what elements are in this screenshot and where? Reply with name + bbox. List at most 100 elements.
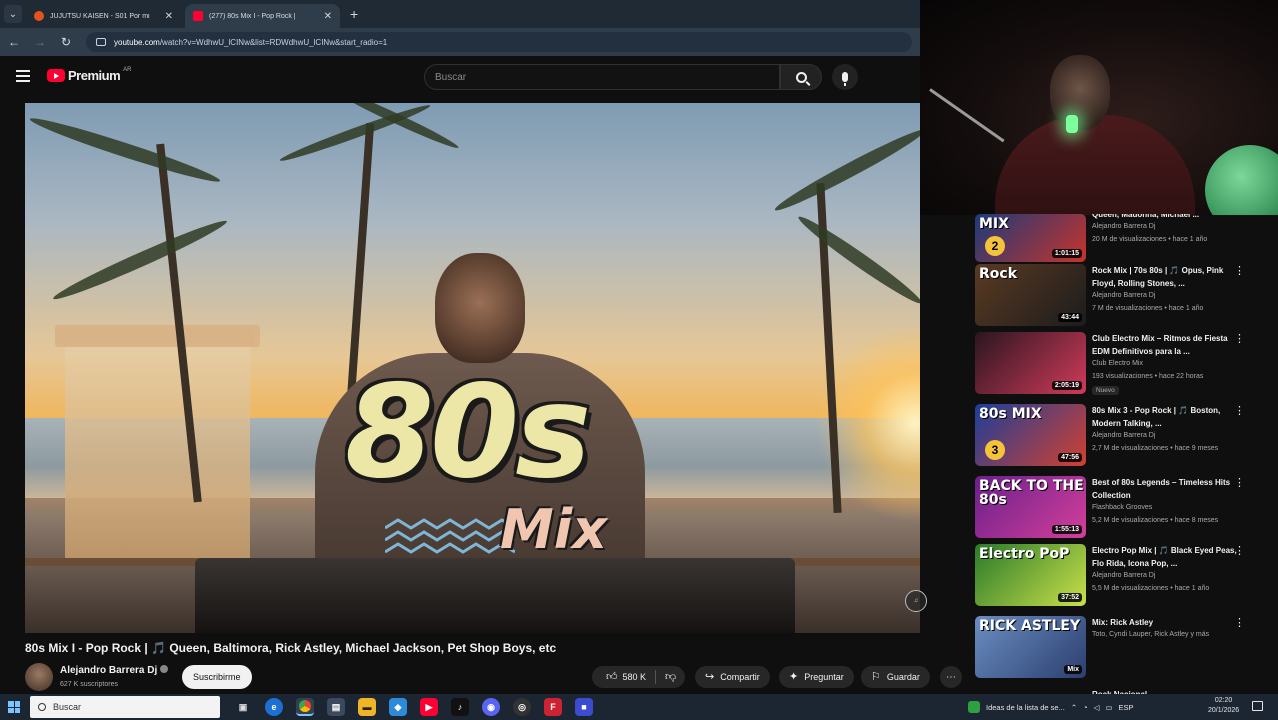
recommendation-title[interactable]: Mix: Rick Astley (1092, 616, 1244, 629)
recommendation-title[interactable]: 80s Mix 3 - Pop Rock | 🎵 Boston, Modern … (1092, 404, 1244, 430)
recommendation-item[interactable]: BACK TO THE 80s 1:55:13 Best of 80s Legend… (975, 476, 1275, 540)
chevron-up-icon[interactable]: ⌃ (1071, 703, 1077, 712)
notes-app-icon[interactable] (968, 701, 980, 713)
close-tab-icon[interactable]: ✕ (165, 11, 173, 22)
channel-watermark-icon[interactable]: ♫ (905, 590, 927, 612)
recommendation-item[interactable]: RICK ASTLEY Mix Mix: Rick Astley Toto, Cynd… (975, 616, 1275, 680)
recommendation-title[interactable]: Rock Mix | 70s 80s | 🎵 Opus, Pink Floyd,… (1092, 264, 1244, 290)
address-bar-row: ← → ↻ youtube.com/watch?v=WdhwU_lCINw&li… (0, 28, 920, 56)
edge-icon[interactable]: e (265, 698, 283, 716)
youtube-taskbar-icon[interactable]: ▶ (420, 698, 438, 716)
recommendation-channel[interactable]: Alejandro Barrera Dj (1092, 572, 1155, 579)
youtube-logo[interactable]: Premium AR (47, 66, 132, 83)
close-tab-icon[interactable]: ✕ (324, 11, 332, 22)
like-button[interactable]: 👍︎ 580 K (602, 666, 655, 688)
save-button[interactable]: ⚐ Guardar (861, 666, 930, 688)
recommendation-item[interactable]: 2:05:19 Club Electro Mix – Ritmos de Fies… (975, 332, 1275, 396)
video-thumbnail[interactable]: 2:05:19 (975, 332, 1086, 394)
dislike-button[interactable]: 👎︎ (656, 666, 685, 688)
more-actions-button[interactable]: ⋯ (940, 666, 962, 688)
recommendation-channel[interactable]: Alejandro Barrera Dj (1092, 432, 1155, 439)
more-vertical-icon[interactable]: ⋮ (1234, 406, 1245, 417)
notifications-icon[interactable] (1252, 701, 1263, 711)
recommendation-channel[interactable]: Flashback Grooves (1092, 504, 1152, 511)
recommendation-channel[interactable]: Alejandro Barrera Dj (1092, 223, 1155, 230)
system-tray: Ideas de la lista de se... ⌃ ◔ ◁ ▭ ESP (968, 694, 1134, 720)
volume-icon[interactable]: ◁ (1094, 703, 1100, 712)
more-vertical-icon[interactable]: ⋮ (1234, 334, 1245, 345)
forward-icon[interactable]: → (34, 35, 46, 49)
recommendation-channel[interactable]: Alejandro Barrera Dj (1092, 292, 1155, 299)
recommendation-item[interactable]: Electro PoP 37:52 Electro Pop Mix | 🎵 Blac… (975, 544, 1275, 608)
more-vertical-icon[interactable]: ⋮ (1234, 266, 1245, 277)
reload-icon[interactable]: ↻ (60, 35, 72, 49)
logo-country: AR (123, 66, 132, 73)
tab-jujutsu[interactable]: JUJUTSU KAISEN - S01 Por mi ✕ (26, 4, 181, 28)
video-thumbnail[interactable]: BACK TO THE 80s 1:55:13 (975, 476, 1086, 538)
recommendation-title[interactable]: Queen, Madonna, Michael ... (1092, 214, 1244, 221)
recommendation-title[interactable]: Electro Pop Mix | 🎵 Black Eyed Peas, Flo… (1092, 544, 1244, 570)
channel-avatar[interactable] (25, 663, 53, 691)
recommendation-title[interactable]: Club Electro Mix – Ritmos de Fiesta EDM … (1092, 332, 1244, 358)
search-placeholder: Buscar (435, 71, 467, 83)
palm-frond (771, 123, 920, 217)
folder-icon[interactable]: ▬ (358, 698, 376, 716)
new-tab-icon[interactable]: + (350, 6, 358, 22)
tab-search-button[interactable]: ⌄ (4, 5, 22, 23)
video-thumbnail[interactable]: RICK ASTLEY Mix (975, 616, 1086, 678)
url-field[interactable]: youtube.com/watch?v=WdhwU_lCINw&list=RDW… (86, 32, 912, 52)
task-view-icon[interactable]: ▣ (234, 698, 252, 716)
menu-icon[interactable] (16, 70, 30, 82)
start-button[interactable] (0, 701, 28, 713)
recommendation-item[interactable]: Rock 43:44 Rock Mix | 70s 80s | 🎵 Opus, Pi… (975, 264, 1275, 328)
search-input[interactable]: Buscar (424, 64, 780, 90)
video-thumbnail[interactable]: Rock 43:44 (975, 264, 1086, 326)
taskbar-search-input[interactable]: Buscar (30, 696, 220, 718)
voice-search-button[interactable] (832, 64, 858, 90)
app-f-icon[interactable]: F (544, 698, 562, 716)
recommendation-item[interactable]: 80s MIX 3 47:56 80s Mix 3 - Pop Rock | 🎵 Bo… (975, 404, 1275, 468)
network-icon[interactable]: ◔ (1083, 703, 1088, 712)
tab-youtube[interactable]: (277) 80s Mix I - Pop Rock | ✕ (185, 4, 340, 28)
tiktok-icon[interactable]: ♪ (451, 698, 469, 716)
palm-frond (27, 112, 223, 188)
chrome-icon[interactable] (296, 698, 314, 716)
green-light (1066, 115, 1078, 133)
more-vertical-icon[interactable]: ⋮ (1234, 478, 1245, 489)
windows-icon (8, 701, 20, 713)
language-indicator[interactable]: ESP (1119, 703, 1134, 712)
zigzag-decoration (385, 518, 515, 554)
tab-title: (277) 80s Mix I - Pop Rock | (209, 12, 296, 20)
verified-icon (160, 665, 169, 673)
file-explorer-icon[interactable]: ▤ (327, 698, 345, 716)
obs-icon[interactable]: ◎ (513, 698, 531, 716)
channel-name-link[interactable]: Alejandro Barrera Dj (60, 665, 169, 676)
thumbnail-number-badge: 3 (985, 440, 1005, 460)
subscriber-count: 627 K suscriptores (60, 681, 118, 688)
ask-label: Preguntar (804, 672, 844, 682)
duration-badge: 37:52 (1058, 593, 1082, 602)
discord-icon[interactable]: ◉ (482, 698, 500, 716)
site-info-icon[interactable] (96, 38, 106, 46)
bookmark-icon: ⚐ (871, 670, 881, 683)
video-thumbnail[interactable]: Electro PoP 37:52 (975, 544, 1086, 606)
battery-icon[interactable]: ▭ (1105, 703, 1112, 712)
back-icon[interactable]: ← (8, 35, 20, 49)
search-button[interactable] (780, 64, 822, 90)
video-thumbnail[interactable]: MIX 2 1:01:15 (975, 214, 1086, 262)
ask-button[interactable]: ✦ Preguntar (779, 666, 854, 688)
more-vertical-icon[interactable]: ⋮ (1234, 546, 1245, 557)
app-icon[interactable]: ◆ (389, 698, 407, 716)
clock[interactable]: 02:20 20/1/2026 (1208, 696, 1239, 716)
video-player[interactable]: 80s Mix (25, 103, 920, 633)
recommendation-title[interactable]: Best of 80s Legends – Timeless Hits Coll… (1092, 476, 1244, 502)
more-vertical-icon[interactable]: ⋮ (1234, 618, 1245, 629)
app-square-icon[interactable]: ■ (575, 698, 593, 716)
video-thumbnail[interactable]: 80s MIX 3 47:56 (975, 404, 1086, 466)
search-icon (38, 703, 46, 711)
tray-window-title[interactable]: Ideas de la lista de se... (986, 703, 1065, 712)
subscribe-button[interactable]: Suscribirme (182, 665, 252, 689)
recommendation-channel[interactable]: Toto, Cyndi Lauper, Rick Astley y más (1092, 631, 1209, 638)
recommendation-channel[interactable]: Club Electro Mix (1092, 360, 1143, 367)
share-button[interactable]: ↪ Compartir (695, 666, 770, 688)
